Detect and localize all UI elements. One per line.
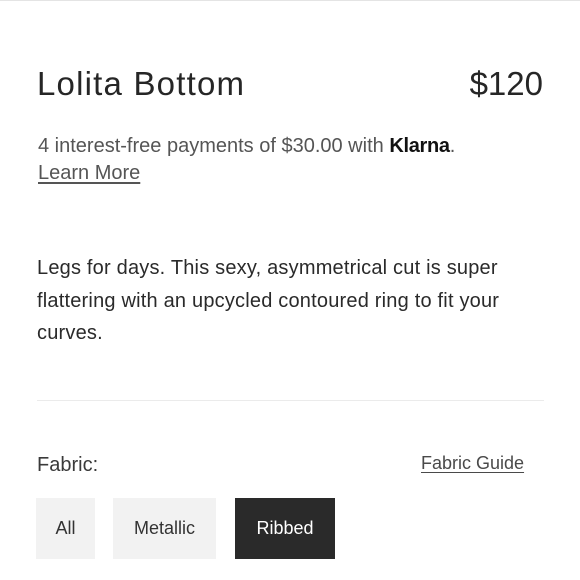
fabric-option-all[interactable]: All	[36, 498, 95, 559]
fabric-label: Fabric:	[37, 454, 99, 476]
klarna-text-after: .	[449, 135, 456, 157]
section-divider	[37, 400, 544, 401]
product-title: Lolita Bottom	[37, 65, 246, 102]
product-description: Legs for days. This sexy, asymmetrical c…	[37, 257, 500, 344]
klarna-text-before: 4 interest-free payments of $30.00 with	[38, 135, 390, 157]
product-price: $120	[469, 65, 543, 102]
klarna-installments-text: 4 interest-free payments of $30.00 with …	[38, 133, 455, 159]
klarna-logo: Klarna	[389, 135, 450, 157]
fabric-option-metallic[interactable]: Metallic	[113, 498, 216, 559]
fabric-guide-link[interactable]: Fabric Guide	[421, 451, 524, 475]
learn-more-link[interactable]: Learn More	[38, 160, 140, 186]
top-divider	[0, 0, 580, 1]
fabric-option-ribbed[interactable]: Ribbed	[235, 498, 335, 559]
